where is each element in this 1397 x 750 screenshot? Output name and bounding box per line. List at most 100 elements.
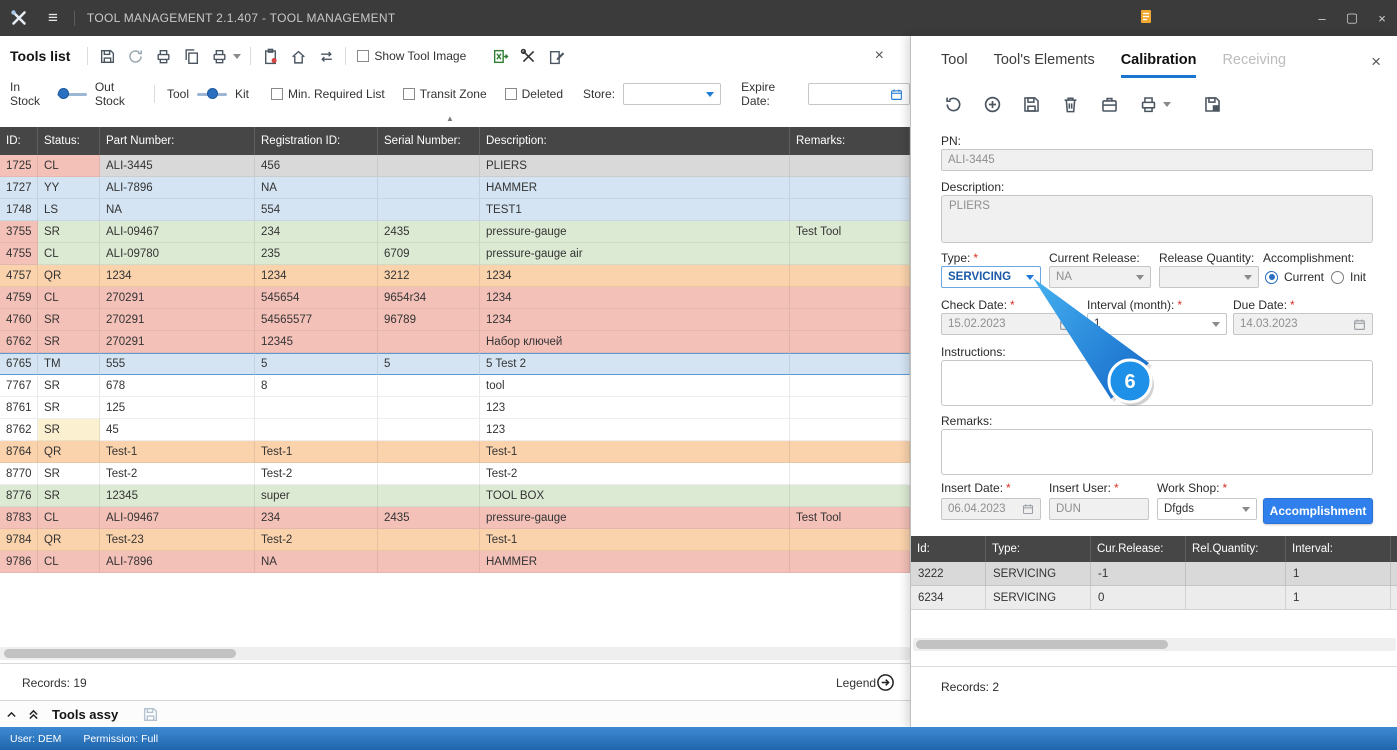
cell-id[interactable]: 9784	[0, 529, 38, 551]
cell-remarks[interactable]	[790, 331, 910, 353]
cell-part-number[interactable]: 45	[100, 419, 255, 441]
table-row[interactable]: 3755SRALI-094672342435pressure-gaugeTest…	[0, 221, 910, 243]
cell-id[interactable]: 6765	[0, 353, 38, 375]
detail-close-icon[interactable]: ×	[1371, 52, 1381, 72]
cell-part-number[interactable]: 270291	[100, 287, 255, 309]
expire-date-input[interactable]	[808, 83, 910, 105]
cell-registration-id[interactable]	[255, 419, 378, 441]
radio-init[interactable]: Init	[1331, 270, 1366, 284]
cell-id[interactable]: 8783	[0, 507, 38, 529]
calibration-hscrollbar[interactable]	[913, 638, 1396, 651]
cell-status[interactable]: SR	[38, 463, 100, 485]
insert-date-input[interactable]: 06.04.2023	[941, 498, 1041, 520]
cell-description[interactable]: HAMMER	[480, 551, 790, 573]
table-row[interactable]: 8783CLALI-094672342435pressure-gaugeTest…	[0, 507, 910, 529]
cell-part-number[interactable]: Test-1	[100, 441, 255, 463]
transfer-icon[interactable]	[312, 43, 340, 69]
table-row[interactable]: 8770SRTest-2Test-2Test-2	[0, 463, 910, 485]
cell-id[interactable]: 8776	[0, 485, 38, 507]
cell-remarks[interactable]	[790, 265, 910, 287]
tab-tools-elements[interactable]: Tool's Elements	[994, 52, 1095, 78]
cell-interval[interactable]: 1	[1286, 586, 1391, 610]
tab-receiving[interactable]: Receiving	[1222, 52, 1286, 78]
cell-registration-id[interactable]: 8	[255, 375, 378, 397]
excel-export-icon[interactable]	[486, 43, 514, 69]
min-required-checkbox[interactable]: Min. Required List	[271, 87, 385, 101]
edit-icon[interactable]	[542, 43, 570, 69]
cell-serial-number[interactable]: 2435	[378, 507, 480, 529]
print-icon[interactable]	[1136, 92, 1160, 116]
cell-status[interactable]: SR	[38, 221, 100, 243]
table-row[interactable]: 7767SR6788tool	[0, 375, 910, 397]
insert-user-input[interactable]: DUN	[1049, 498, 1149, 520]
cell-remarks[interactable]	[790, 287, 910, 309]
cell-description[interactable]: pressure-gauge	[480, 221, 790, 243]
cell-registration-id[interactable]: 554	[255, 199, 378, 221]
cell-serial-number[interactable]: 5	[378, 353, 480, 375]
cell-serial-number[interactable]	[378, 199, 480, 221]
table-row[interactable]: 3222SERVICING-11	[911, 562, 1397, 586]
column-header[interactable]: Registration ID:	[255, 127, 378, 155]
cell-registration-id[interactable]: 545654	[255, 287, 378, 309]
cell-registration-id[interactable]: 1234	[255, 265, 378, 287]
cell-serial-number[interactable]	[378, 529, 480, 551]
table-row[interactable]: 4759CL2702915456549654r341234	[0, 287, 910, 309]
cell-remarks[interactable]	[790, 375, 910, 397]
table-row[interactable]: 8764QRTest-1Test-1Test-1	[0, 441, 910, 463]
cell-description[interactable]: PLIERS	[480, 155, 790, 177]
cell-serial-number[interactable]	[378, 419, 480, 441]
scrollbar-thumb[interactable]	[4, 649, 236, 658]
cell-serial-number[interactable]	[378, 331, 480, 353]
cell-serial-number[interactable]: 3212	[378, 265, 480, 287]
column-header[interactable]: I	[1391, 536, 1397, 562]
home-icon[interactable]	[284, 43, 312, 69]
cell-description[interactable]: pressure-gauge air	[480, 243, 790, 265]
cell-type[interactable]: SERVICING	[986, 586, 1091, 610]
tools-grid-hscrollbar[interactable]	[0, 647, 910, 660]
release-quantity-select[interactable]	[1159, 266, 1259, 288]
table-row[interactable]: 9786CLALI-7896NAHAMMER	[0, 551, 910, 573]
interval-select[interactable]: 1	[1087, 313, 1227, 335]
column-header[interactable]: Remarks:	[790, 127, 910, 155]
print-dropdown-icon[interactable]	[1163, 102, 1171, 107]
cell-status[interactable]: LS	[38, 199, 100, 221]
grid-collapse-icon[interactable]: ▲	[446, 114, 454, 123]
window-close-button[interactable]: ×	[1367, 0, 1397, 36]
cell-remarks[interactable]	[790, 397, 910, 419]
cell-serial-number[interactable]	[378, 177, 480, 199]
cell-part-number[interactable]: 555	[100, 353, 255, 375]
cell-remarks[interactable]: Test Tool	[790, 221, 910, 243]
cell-part-number[interactable]: 270291	[100, 331, 255, 353]
cell-status[interactable]: CL	[38, 287, 100, 309]
cell-remarks[interactable]	[790, 155, 910, 177]
cell-status[interactable]: QR	[38, 441, 100, 463]
cell-description[interactable]: TEST1	[480, 199, 790, 221]
cell-part-number[interactable]: ALI-3445	[100, 155, 255, 177]
cell-remarks[interactable]	[790, 551, 910, 573]
cell-status[interactable]: SR	[38, 375, 100, 397]
cell-description[interactable]: 5 Test 2	[480, 353, 790, 375]
cell-id[interactable]: 4755	[0, 243, 38, 265]
table-row[interactable]: 6765TM555555 Test 2	[0, 353, 910, 375]
due-date-input[interactable]: 14.03.2023	[1233, 313, 1373, 335]
cell-registration-id[interactable]: Test-2	[255, 529, 378, 551]
reset-icon[interactable]	[941, 92, 965, 116]
cell-serial-number[interactable]	[378, 397, 480, 419]
briefcase-icon[interactable]	[1097, 92, 1121, 116]
cell-id[interactable]: 1748	[0, 199, 38, 221]
cell-serial-number[interactable]	[378, 485, 480, 507]
cell-id[interactable]: 9786	[0, 551, 38, 573]
tab-calibration[interactable]: Calibration	[1121, 52, 1197, 78]
cell-part-number[interactable]: ALI-7896	[100, 551, 255, 573]
cell-remarks[interactable]	[790, 177, 910, 199]
cell-serial-number[interactable]	[378, 441, 480, 463]
table-row[interactable]: 4755CLALI-097802356709pressure-gauge air	[0, 243, 910, 265]
column-header[interactable]: Type:	[986, 536, 1091, 562]
cell-description[interactable]: Test-1	[480, 441, 790, 463]
legend-expand-icon[interactable]	[876, 673, 895, 692]
save-icon[interactable]	[93, 43, 121, 69]
cell-status[interactable]: CL	[38, 551, 100, 573]
cell-cur-release[interactable]: 0	[1091, 586, 1186, 610]
remarks-textarea[interactable]	[941, 429, 1373, 475]
description-textarea[interactable]: PLIERS	[941, 195, 1373, 243]
